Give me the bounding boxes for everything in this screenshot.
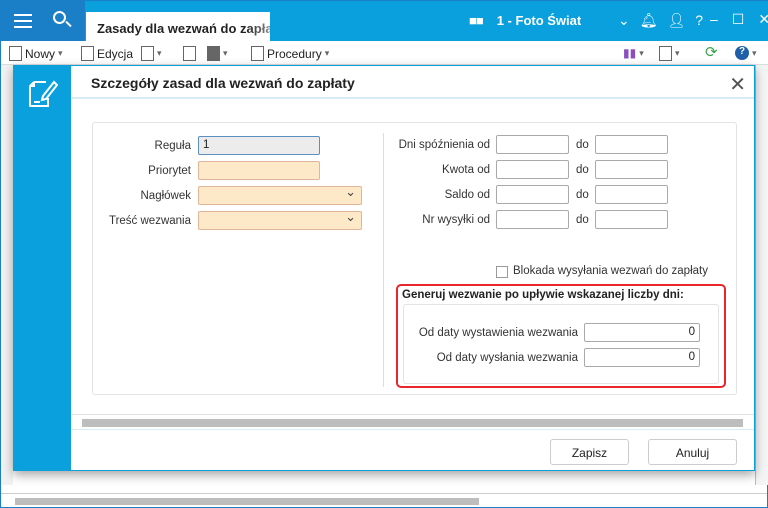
send-date-label: Od daty wysłania wezwania <box>436 352 578 364</box>
amount-label: Kwota od <box>442 164 490 176</box>
days-late-label: Dni spóźnienia od <box>398 139 490 151</box>
new-button[interactable]: Nowy ▾ <box>9 46 63 61</box>
help-button[interactable]: ? ▾ <box>735 46 757 60</box>
issue-date-days-field[interactable]: 0 <box>584 323 700 342</box>
close-window-button[interactable]: ✕ <box>758 11 768 28</box>
maximize-button[interactable]: ☐ <box>732 11 745 28</box>
delete-button[interactable] <box>183 46 196 61</box>
shipment-number-label: Nr wysyłki od <box>422 214 490 226</box>
block-sending-label: Blokada wysyłania wezwań do zapłaty <box>513 265 708 277</box>
edit-button[interactable]: Edycja <box>81 46 133 61</box>
settings-button[interactable]: ▾ <box>659 46 680 61</box>
chevron-down-icon[interactable]: ▾ <box>58 48 63 59</box>
amount-from[interactable] <box>496 160 569 179</box>
dialog-horizontal-scrollbar[interactable] <box>71 414 754 430</box>
edit-document-icon <box>29 80 58 107</box>
new-document-icon <box>9 46 22 61</box>
balance-to[interactable] <box>595 185 668 204</box>
menu-icon[interactable] <box>14 14 32 28</box>
chart-icon: ▮▮ <box>623 46 637 60</box>
grid-icon: ■■ <box>469 13 484 28</box>
window-settings-icon <box>659 46 672 61</box>
send-date-days-field[interactable]: 0 <box>584 348 700 367</box>
user-icon[interactable]: 👤︎ <box>668 12 686 29</box>
to-label: do <box>576 164 589 176</box>
preview-icon <box>141 46 154 61</box>
close-dialog-button[interactable]: ✕ <box>729 72 746 97</box>
to-label: do <box>576 189 589 201</box>
shipment-number-from[interactable] <box>496 210 569 229</box>
edit-icon <box>81 46 94 61</box>
dialog-title: Szczegóły zasad dla wezwań do zapłaty <box>71 66 754 99</box>
rule-field[interactable]: 1 <box>198 136 320 155</box>
shipment-number-to[interactable] <box>595 210 668 229</box>
issue-date-label: Od daty wystawienia wezwania <box>418 327 578 339</box>
to-label: do <box>576 139 589 151</box>
search-icon[interactable] <box>53 11 66 24</box>
content-select[interactable] <box>198 209 362 230</box>
balance-label: Saldo od <box>444 189 490 201</box>
to-label: do <box>576 214 589 226</box>
help-icon: ? <box>735 46 749 60</box>
save-button[interactable]: Zapisz <box>550 439 629 465</box>
delete-icon <box>183 46 196 61</box>
cancel-button[interactable]: Anuluj <box>648 439 737 465</box>
procedures-button[interactable]: Procedury ▾ <box>251 46 329 61</box>
block-sending-checkbox[interactable] <box>496 266 508 278</box>
company-selector[interactable]: ■■ 1 - Foto Świat <box>469 13 581 28</box>
header-label: Nagłówek <box>140 190 192 202</box>
toolbar: Nowy ▾ Edycja ▾ ▾ Procedury ▾ ▮▮ ▾ ▾ ⟳ ? ▾ <box>1 41 768 65</box>
background-list <box>1 65 13 485</box>
generate-group-title: Generuj wezwanie po upływie wskazanej li… <box>402 289 684 301</box>
help-icon[interactable]: ? <box>695 12 703 29</box>
background-panel <box>755 65 768 485</box>
bell-icon[interactable]: 🔔︎ <box>640 12 658 29</box>
amount-to[interactable] <box>595 160 668 179</box>
balance-from[interactable] <box>496 185 569 204</box>
gear-document-icon <box>251 46 264 61</box>
days-late-to[interactable] <box>595 135 668 154</box>
chevron-down-icon[interactable]: ⌄ <box>618 12 630 29</box>
app-title-bar: Zasady dla wezwań do zapłaty ■■ 1 - Foto … <box>1 1 768 41</box>
print-button[interactable]: ▾ <box>207 46 228 61</box>
refresh-icon[interactable]: ⟳ <box>705 43 718 61</box>
days-late-from[interactable] <box>496 135 569 154</box>
header-select[interactable] <box>198 184 362 205</box>
tab-payment-rules[interactable]: Zasady dla wezwań do zapłaty <box>86 12 270 41</box>
priority-label: Priorytet <box>148 165 191 177</box>
horizontal-scrollbar[interactable] <box>1 493 767 507</box>
rule-label: Reguła <box>154 140 191 152</box>
content-label: Treść wezwania <box>108 215 191 227</box>
chart-button[interactable]: ▮▮ ▾ <box>623 46 644 60</box>
print-icon <box>207 46 220 61</box>
preview-button[interactable]: ▾ <box>141 46 162 61</box>
rule-details-dialog: Szczegóły zasad dla wezwań do zapłaty ✕ … <box>13 65 755 471</box>
minimize-button[interactable]: – <box>710 11 718 28</box>
priority-field[interactable] <box>198 161 320 180</box>
generate-after-days-group: Generuj wezwanie po upływie wskazanej li… <box>396 284 726 388</box>
